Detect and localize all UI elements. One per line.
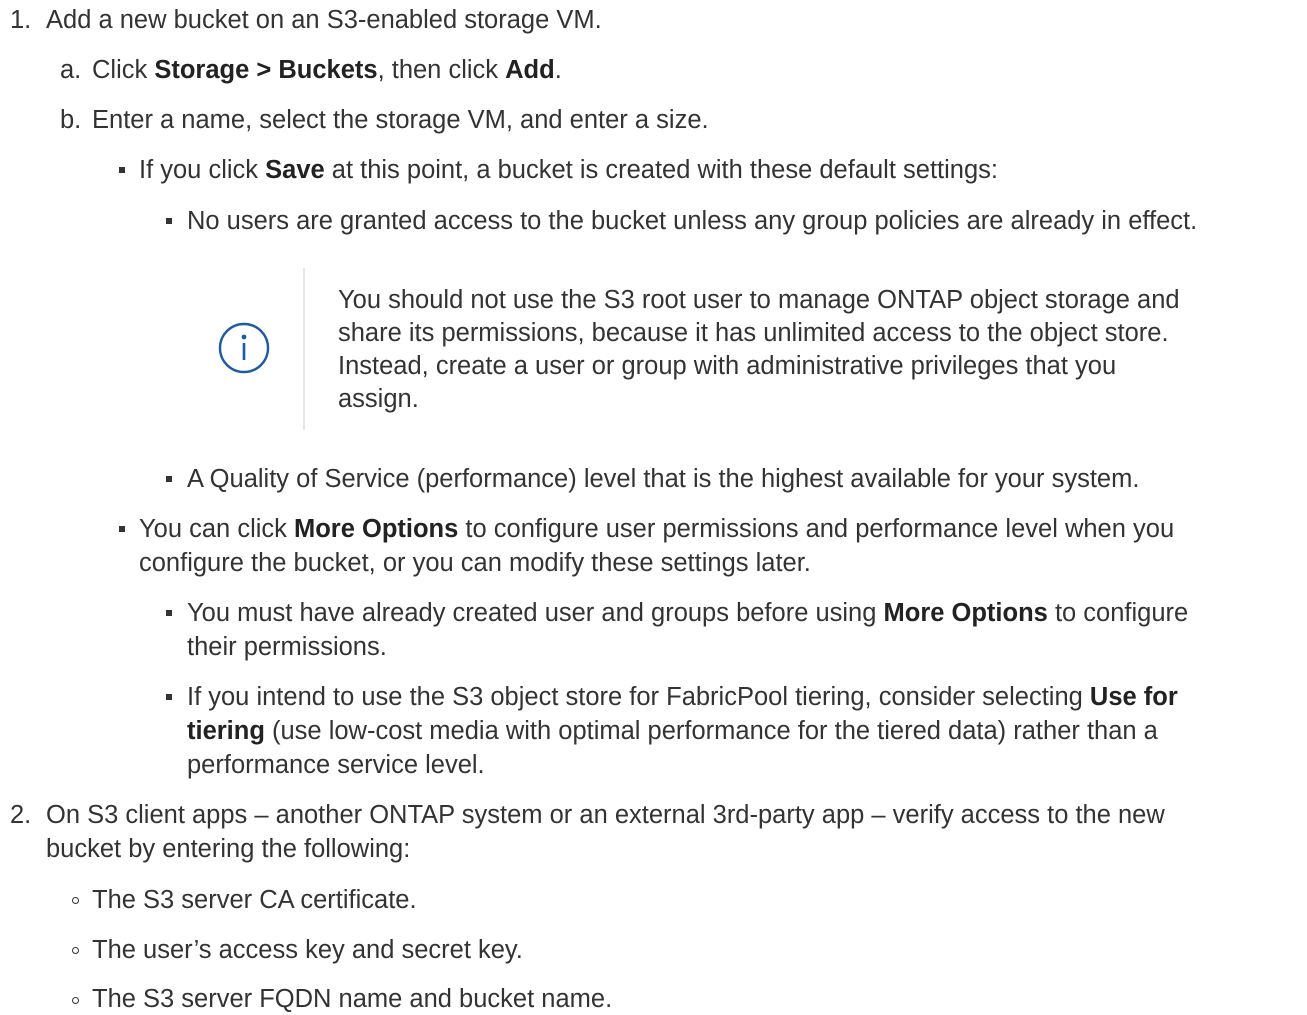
more-options-line-1: You can click More Options to configure … [139,515,1175,543]
note-line-3: Instead, create a user or group with adm… [338,352,1117,380]
substep-a-text: Click Storage > Buckets, then click Add. [92,56,562,84]
no-users-text: No users are granted access to the bucke… [187,207,1198,235]
substep-b-text: Enter a name, select the storage VM, and… [92,106,709,134]
storage-buckets-label: Storage > Buckets [154,56,378,84]
more-options-label: More Options [293,515,459,543]
note-line-4: assign. [338,385,419,413]
circle-bullet-marker [72,897,79,904]
more-options-line-2: configure the bucket, or you can modify … [139,549,811,577]
circle-bullet-marker [72,997,79,1004]
fabricpool-line-1: If you intend to use the S3 object store… [187,683,1178,711]
step-2-number: 2. [10,801,32,829]
list-item: The S3 server FQDN name and bucket name. [92,985,613,1013]
fabricpool-line-2: tiering (use low-cost media with optimal… [187,717,1158,745]
step-2-line-1: On S3 client apps – another ONTAP system… [46,801,1165,829]
step-1-number: 1. [10,6,32,34]
substep-a-marker: a. [60,56,82,84]
info-icon [218,322,270,374]
qos-text: A Quality of Service (performance) level… [187,465,1140,493]
add-label: Add [505,56,555,84]
step-2-line-2: bucket by entering the following: [46,835,411,863]
sub-bullet-marker [166,218,172,224]
step-1-text: Add a new bucket on an S3-enabled storag… [46,6,602,34]
circle-bullet-marker [72,947,79,954]
save-defaults-text: If you click Save at this point, a bucke… [139,156,998,184]
sub-bullet-marker [166,694,172,700]
list-item: The S3 server CA certificate. [92,886,417,914]
more-options-label: More Options [883,599,1048,627]
must-have-line-2: their permissions. [187,633,387,661]
tiering-label: tiering [187,717,265,745]
list-item: The user’s access key and secret key. [92,936,523,964]
sub-bullet-marker [166,476,172,482]
must-have-line-1: You must have already created user and g… [187,599,1189,627]
sub-bullet-marker [166,610,172,616]
substep-b-marker: b. [60,106,82,134]
fabricpool-line-3: performance service level. [187,751,485,779]
use-for-label: Use for [1089,683,1178,711]
save-label: Save [265,156,325,184]
note-line-2: share its permissions, because it has un… [338,319,1169,347]
bullet-marker [119,167,125,173]
note-divider [303,268,305,430]
bullet-marker [119,526,125,532]
note-line-1: You should not use the S3 root user to m… [338,286,1180,314]
